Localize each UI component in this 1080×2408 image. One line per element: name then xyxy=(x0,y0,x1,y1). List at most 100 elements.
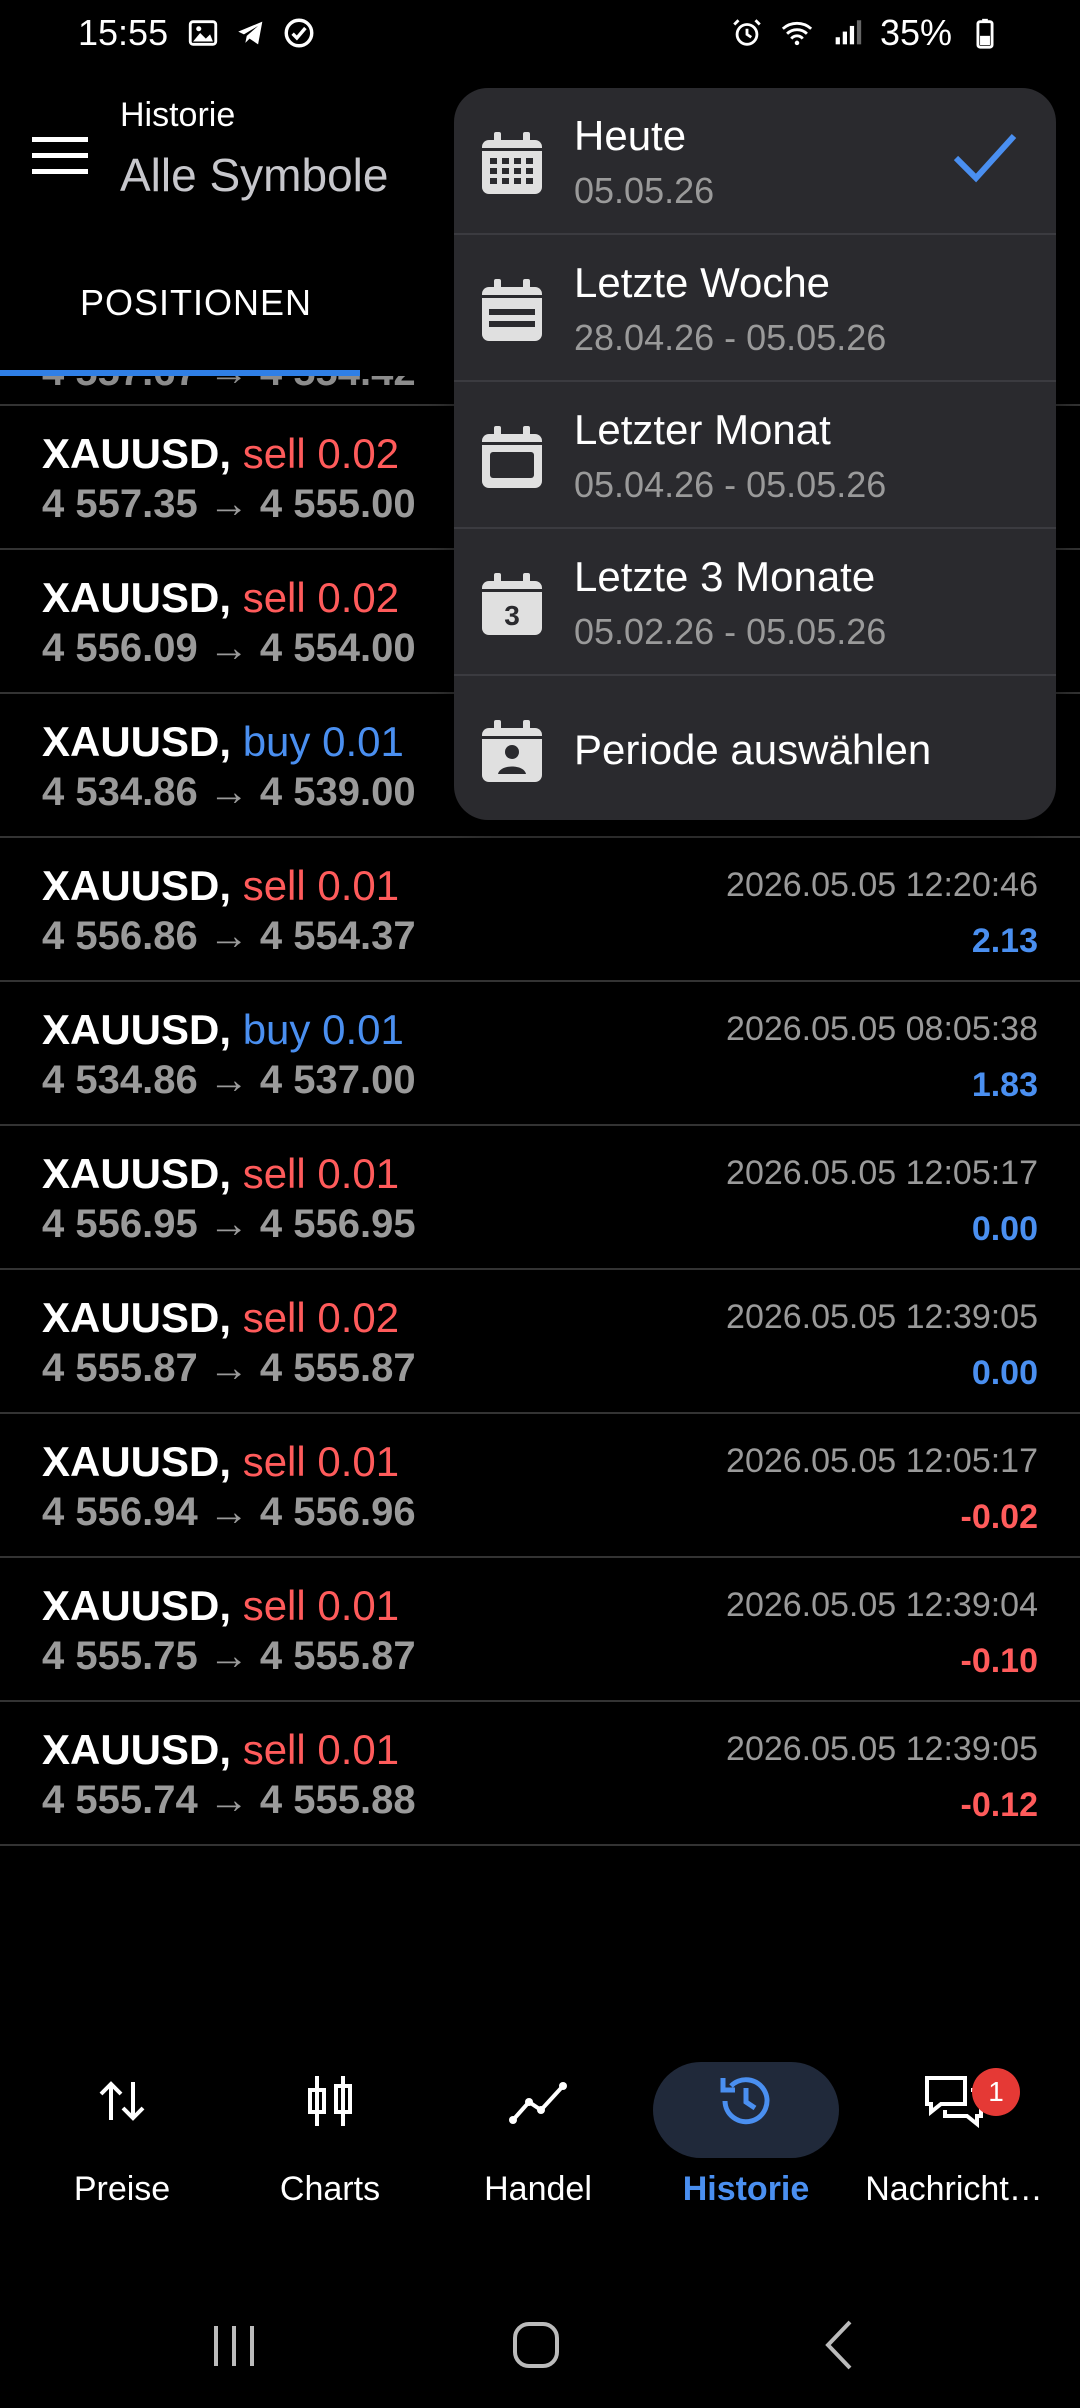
status-bar: 15:55 35% xyxy=(0,0,1080,66)
list-item[interactable]: XAUUSD, sell 0.01 4 556.95 → 4 556.95 2026… xyxy=(0,1126,1080,1270)
symbol-label: XAUUSD, xyxy=(42,1294,232,1341)
list-item[interactable]: XAUUSD, sell 0.01 4 555.74 → 4 555.88 2026… xyxy=(0,1702,1080,1846)
position-profit: 0.00 xyxy=(971,1354,1038,1392)
calendar-week-icon xyxy=(476,275,548,347)
position-side: sell 0.02 xyxy=(242,1294,400,1341)
position-prices: 4 555.87 → 4 555.87 xyxy=(42,1346,416,1390)
bottom-nav: Preise Charts Handel Historie 1 Nachricht… xyxy=(0,2040,1080,2240)
period-title: Letzte 3 Monate xyxy=(574,553,876,600)
wifi-icon xyxy=(780,16,814,50)
symbol-label: XAUUSD, xyxy=(42,1582,232,1629)
period-option-2[interactable]: Letzter Monat 05.04.26 - 05.05.26 xyxy=(454,382,1056,529)
position-prices: 4 534.86 → 4 537.00 xyxy=(42,1058,416,1102)
symbol-label: XAUUSD, xyxy=(42,862,232,909)
hamburger-icon xyxy=(32,137,88,174)
position-prices: 4 556.86 → 4 554.37 xyxy=(42,914,416,958)
list-item[interactable]: XAUUSD, buy 0.01 4 534.86 → 4 537.00 2026.… xyxy=(0,982,1080,1126)
position-prices: 4 555.75 → 4 555.87 xyxy=(42,1634,416,1678)
menu-button[interactable] xyxy=(30,126,90,186)
home-icon xyxy=(513,2322,559,2368)
position-profit: 0.00 xyxy=(971,1210,1038,1248)
recents-icon xyxy=(214,2326,254,2366)
calendar-3-icon: 3 xyxy=(476,569,548,641)
position-side: sell 0.02 xyxy=(242,430,400,477)
position-time: 2026.05.05 12:20:46 xyxy=(726,866,1038,904)
position-symbol: XAUUSD, sell 0.01 xyxy=(42,1150,399,1198)
quotes-arrows-icon xyxy=(89,2068,155,2134)
calendar-month-icon xyxy=(476,422,548,494)
history-clock-icon xyxy=(713,2068,779,2134)
period-option-0[interactable]: Heute 05.05.26 xyxy=(454,88,1056,235)
image-icon xyxy=(186,16,220,50)
nav-preise[interactable]: Preise xyxy=(22,2040,222,2240)
partial-prices: 4 557.67 → 4 554.42 xyxy=(42,376,416,395)
position-time: 2026.05.05 12:05:17 xyxy=(726,1442,1038,1480)
period-title: Periode auswählen xyxy=(574,726,932,773)
position-time: 2026.05.05 12:39:04 xyxy=(726,1586,1038,1624)
nav-label: Charts xyxy=(279,2170,381,2208)
position-time: 2026.05.05 12:39:05 xyxy=(726,1298,1038,1336)
position-profit: -0.12 xyxy=(960,1786,1039,1824)
period-range: 05.04.26 - 05.05.26 xyxy=(574,464,887,505)
period-option-4[interactable]: Periode auswählen xyxy=(454,676,1056,820)
signal-icon xyxy=(830,16,864,50)
trade-line-icon xyxy=(505,2068,571,2134)
nav-handel[interactable]: Handel xyxy=(438,2040,638,2240)
symbol-label: XAUUSD, xyxy=(42,1006,232,1053)
nav-label: Handel xyxy=(484,2170,592,2208)
period-menu: Heute 05.05.26 Letzte Woche 28.04.26 - 05.0… xyxy=(454,88,1056,820)
position-time: 2026.05.05 12:05:17 xyxy=(726,1154,1038,1192)
position-time: 2026.05.05 08:05:38 xyxy=(726,1010,1038,1048)
list-item[interactable]: XAUUSD, sell 0.02 4 555.87 → 4 555.87 2026… xyxy=(0,1270,1080,1414)
period-title: Letzter Monat xyxy=(574,406,831,453)
back-icon xyxy=(825,2320,852,2370)
position-symbol: XAUUSD, sell 0.01 xyxy=(42,1726,399,1774)
calendar-icon xyxy=(476,128,548,200)
position-profit: -0.10 xyxy=(960,1642,1039,1680)
position-side: buy 0.01 xyxy=(242,1006,404,1053)
list-item[interactable]: XAUUSD, sell 0.01 4 556.86 → 4 554.37 2026… xyxy=(0,838,1080,982)
home-button[interactable] xyxy=(496,2310,576,2380)
position-side: sell 0.01 xyxy=(242,1726,400,1773)
symbol-label: XAUUSD, xyxy=(42,574,232,621)
recent-apps-button[interactable] xyxy=(194,2310,274,2380)
svg-text:3: 3 xyxy=(504,600,520,631)
symbol-label: XAUUSD, xyxy=(42,1726,232,1773)
position-side: sell 0.01 xyxy=(242,1438,400,1485)
position-symbol: XAUUSD, sell 0.01 xyxy=(42,1438,399,1486)
position-profit: -0.02 xyxy=(960,1498,1039,1536)
nav-historie[interactable]: Historie xyxy=(646,2040,846,2240)
period-title: Letzte Woche xyxy=(574,259,831,306)
nav-label: Preise xyxy=(73,2170,171,2208)
page-title: Historie xyxy=(120,96,236,134)
nav-charts[interactable]: Charts xyxy=(230,2040,430,2240)
check-icon xyxy=(950,128,1020,188)
period-option-1[interactable]: Letzte Woche 28.04.26 - 05.05.26 xyxy=(454,235,1056,382)
tab-positionen[interactable]: POSITIONEN xyxy=(80,282,312,324)
back-button[interactable] xyxy=(800,2310,880,2380)
symbol-filter[interactable]: Alle Symbole xyxy=(120,148,388,202)
status-time: 15:55 xyxy=(78,12,169,53)
period-range: 28.04.26 - 05.05.26 xyxy=(574,317,887,358)
position-profit: 1.83 xyxy=(971,1066,1038,1104)
position-symbol: XAUUSD, sell 0.02 xyxy=(42,430,399,478)
list-item[interactable]: XAUUSD, sell 0.01 4 556.94 → 4 556.96 2026… xyxy=(0,1414,1080,1558)
position-prices: 4 556.95 → 4 556.95 xyxy=(42,1202,416,1246)
period-option-3[interactable]: 3 Letzte 3 Monate 05.02.26 - 05.05.26 xyxy=(454,529,1056,676)
position-symbol: XAUUSD, sell 0.01 xyxy=(42,862,399,910)
symbol-label: XAUUSD, xyxy=(42,718,232,765)
symbol-label: XAUUSD, xyxy=(42,430,232,477)
check-circle-icon xyxy=(282,16,316,50)
symbol-label: XAUUSD, xyxy=(42,1150,232,1197)
period-title: Heute xyxy=(574,112,687,159)
position-symbol: XAUUSD, sell 0.02 xyxy=(42,1294,399,1342)
nav-nachricht[interactable]: 1 Nachricht… xyxy=(854,2040,1054,2240)
position-prices: 4 557.35 → 4 555.00 xyxy=(42,482,416,526)
position-side: sell 0.01 xyxy=(242,1582,400,1629)
calendar-custom-icon xyxy=(476,716,548,788)
position-symbol: XAUUSD, buy 0.01 xyxy=(42,1006,404,1054)
position-side: sell 0.01 xyxy=(242,862,400,909)
battery-icon xyxy=(968,16,1002,50)
list-item[interactable]: XAUUSD, sell 0.01 4 555.75 → 4 555.87 2026… xyxy=(0,1558,1080,1702)
nav-label: Historie xyxy=(682,2170,810,2208)
